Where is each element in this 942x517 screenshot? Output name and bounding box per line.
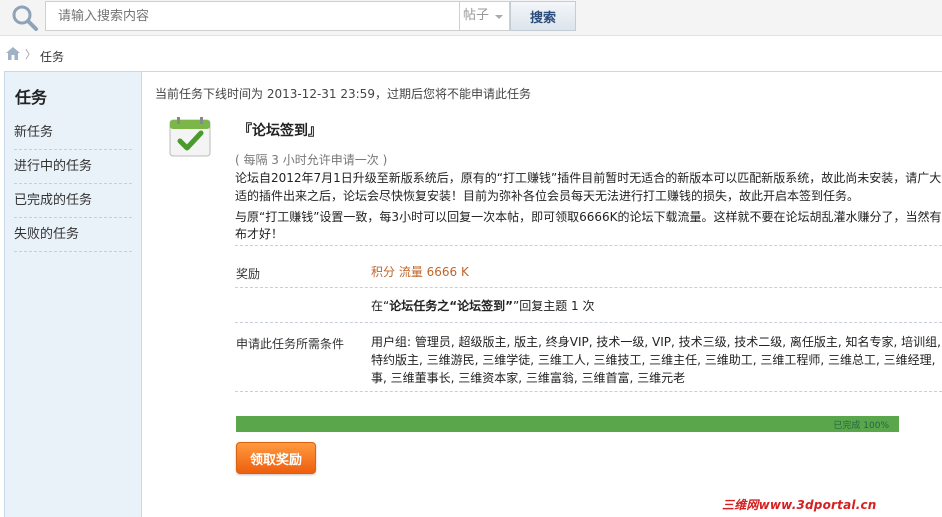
- user-groups-line: 特约版主, 三维游民, 三维学徒, 三维工人, 三维技工, 三维主任, 三维助工…: [371, 353, 936, 367]
- search-input[interactable]: [45, 1, 460, 31]
- task-description-line: 布才好！: [235, 227, 284, 241]
- task-deadline: 当前任务下线时间为 2013-12-31 23:59，过期后您将不能申请此任务: [155, 87, 531, 101]
- user-groups-line: 事, 三维董事长, 三维资本家, 三维富翁, 三维首富, 三维元老: [371, 371, 686, 385]
- site-watermark: 三维网www.3dportal.cn: [722, 498, 877, 512]
- sidebar: 任务 新任务 进行中的任务 已完成的任务 失败的任务: [5, 72, 142, 517]
- search-type-label: 帖子: [463, 8, 490, 23]
- home-icon[interactable]: [6, 47, 20, 60]
- search-type-select[interactable]: 帖子: [460, 1, 510, 31]
- claim-reward-button[interactable]: 领取奖励: [236, 442, 316, 474]
- task-condition-link[interactable]: 论坛任务之“论坛签到”: [389, 299, 513, 313]
- breadcrumb-separator: 〉: [25, 48, 36, 61]
- calendar-check-icon: [169, 117, 211, 157]
- sidebar-item-new-tasks[interactable]: 新任务: [14, 116, 132, 150]
- divider: [235, 245, 942, 246]
- progress-text: 已完成 100%: [833, 421, 889, 431]
- task-detail: 当前任务下线时间为 2013-12-31 23:59，过期后您将不能申请此任务 …: [143, 72, 942, 517]
- requirements-label: 申请此任务所需条件: [236, 337, 345, 351]
- search-icon[interactable]: [10, 3, 40, 31]
- sidebar-item-failed[interactable]: 失败的任务: [14, 218, 132, 252]
- search-bar: 帖子 搜索: [0, 0, 942, 36]
- task-period: ( 每隔 3 小时允许申请一次 ): [235, 153, 388, 167]
- user-groups-line: 用户组: 管理员, 超级版主, 版主, 终身VIP, 技术一级, VIP, 技术…: [371, 335, 941, 349]
- breadcrumb-current[interactable]: 任务: [40, 48, 64, 65]
- progress-bar: 已完成 100%: [236, 416, 899, 432]
- sidebar-item-in-progress[interactable]: 进行中的任务: [14, 150, 132, 184]
- task-condition-prefix: 在“: [371, 299, 390, 313]
- reward-label: 奖励: [236, 267, 261, 281]
- task-panel: 任务 新任务 进行中的任务 已完成的任务 失败的任务 当前任务下线时间为 201…: [4, 71, 942, 517]
- divider: [235, 391, 942, 392]
- task-description-line: 论坛自2012年7月1日升级至新版系统后，原有的“打工赚钱”插件目前暂时无适合的…: [235, 171, 942, 185]
- task-description-line: 适的插件出来之后，论坛会尽快恢复安装！目前为弥补各位会员每天无法进行打工赚钱的损…: [235, 189, 860, 203]
- task-title: 『论坛签到』: [238, 123, 322, 139]
- task-condition: 在“论坛任务之“论坛签到””回复主题 1 次: [371, 297, 594, 314]
- sidebar-item-completed[interactable]: 已完成的任务: [14, 184, 132, 218]
- search-button[interactable]: 搜索: [510, 1, 576, 31]
- breadcrumb: 〉 任务: [0, 37, 942, 71]
- chevron-down-icon: [495, 15, 503, 19]
- sidebar-title: 任务: [15, 88, 48, 107]
- reward-value: 积分 流量 6666 K: [371, 265, 469, 279]
- task-description-line: 与原“打工赚钱”设置一致，每3小时可以回复一次本帖，即可领取6666K的论坛下载…: [235, 210, 942, 224]
- divider: [235, 287, 942, 288]
- task-condition-suffix: ”回复主题 1 次: [513, 299, 595, 313]
- divider: [235, 322, 942, 323]
